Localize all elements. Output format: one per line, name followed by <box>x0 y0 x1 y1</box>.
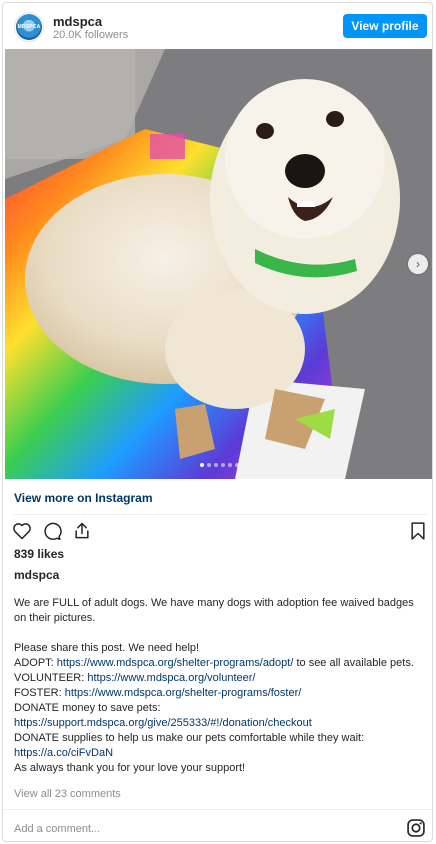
caption-adopt-line: ADOPT: https://www.mdspca.org/shelter-pr… <box>14 656 426 671</box>
caption-donate-money-line: https://support.mdspca.org/give/255333/#… <box>14 716 426 731</box>
post-owner[interactable]: mdspca <box>14 568 59 582</box>
avatar[interactable]: MDSPCA <box>14 12 44 42</box>
add-comment-input[interactable]: Add a comment... <box>14 823 100 835</box>
comment-icon[interactable] <box>42 521 62 541</box>
follower-count: 20.0K followers <box>53 29 129 41</box>
avatar-logo-icon: MDSPCA <box>16 14 42 40</box>
volunteer-link[interactable]: https://www.mdspca.org/volunteer/ <box>87 672 255 684</box>
username[interactable]: mdspca <box>53 14 102 29</box>
next-arrow-icon[interactable]: › <box>408 254 428 274</box>
heart-icon[interactable] <box>12 521 32 541</box>
avatar-logo-text: MDSPCA <box>17 24 41 30</box>
view-more-link[interactable]: View more on Instagram <box>14 491 153 505</box>
caption-line: As always thank you for your love your s… <box>14 762 246 774</box>
post-caption: We are FULL of adult dogs. We have many … <box>14 596 426 776</box>
foster-link[interactable]: https://www.mdspca.org/shelter-programs/… <box>65 687 302 699</box>
caption-text: VOLUNTEER: <box>14 672 88 684</box>
caption-donate-supplies-line: https://a.co/ciFvDaN <box>14 746 426 761</box>
dog-photo <box>5 49 432 479</box>
carousel-dot <box>199 463 204 467</box>
view-comments-link[interactable]: View all 23 comments <box>14 788 121 800</box>
carousel-dots <box>5 463 432 467</box>
carousel-dot <box>234 463 239 467</box>
caption-line: We are FULL of adult dogs. We have many … <box>14 597 414 624</box>
like-count[interactable]: 839 likes <box>14 547 64 561</box>
caption-line: DONATE money to save pets: <box>14 702 161 714</box>
donate-supplies-link[interactable]: https://a.co/ciFvDaN <box>14 747 113 759</box>
carousel-dot <box>227 463 232 467</box>
caption-line: DONATE supplies to help us make our pets… <box>14 732 365 744</box>
action-bar <box>12 521 430 543</box>
divider <box>3 809 432 810</box>
post-image[interactable]: › <box>5 49 432 479</box>
caption-volunteer-line: VOLUNTEER: https://www.mdspca.org/volunt… <box>14 671 426 686</box>
caption-text: to see all available pets. <box>293 657 414 669</box>
instagram-logo-icon[interactable] <box>406 818 426 838</box>
caption-foster-line: FOSTER: https://www.mdspca.org/shelter-p… <box>14 686 426 701</box>
post-header: MDSPCA mdspca 20.0K followers View profi… <box>3 3 432 49</box>
bookmark-icon[interactable] <box>408 521 428 541</box>
donate-money-link[interactable]: https://support.mdspca.org/give/255333/#… <box>14 717 312 729</box>
caption-text: ADOPT: <box>14 657 57 669</box>
adopt-link[interactable]: https://www.mdspca.org/shelter-programs/… <box>57 657 294 669</box>
carousel-dot <box>220 463 225 467</box>
carousel-dot <box>206 463 211 467</box>
caption-text: FOSTER: <box>14 687 65 699</box>
carousel-dot <box>213 463 218 467</box>
view-profile-button[interactable]: View profile <box>343 14 427 38</box>
share-icon[interactable] <box>72 521 92 541</box>
divider <box>14 514 427 515</box>
instagram-embed-card: MDSPCA mdspca 20.0K followers View profi… <box>2 2 433 842</box>
caption-line: Please share this post. We need help! <box>14 642 200 654</box>
